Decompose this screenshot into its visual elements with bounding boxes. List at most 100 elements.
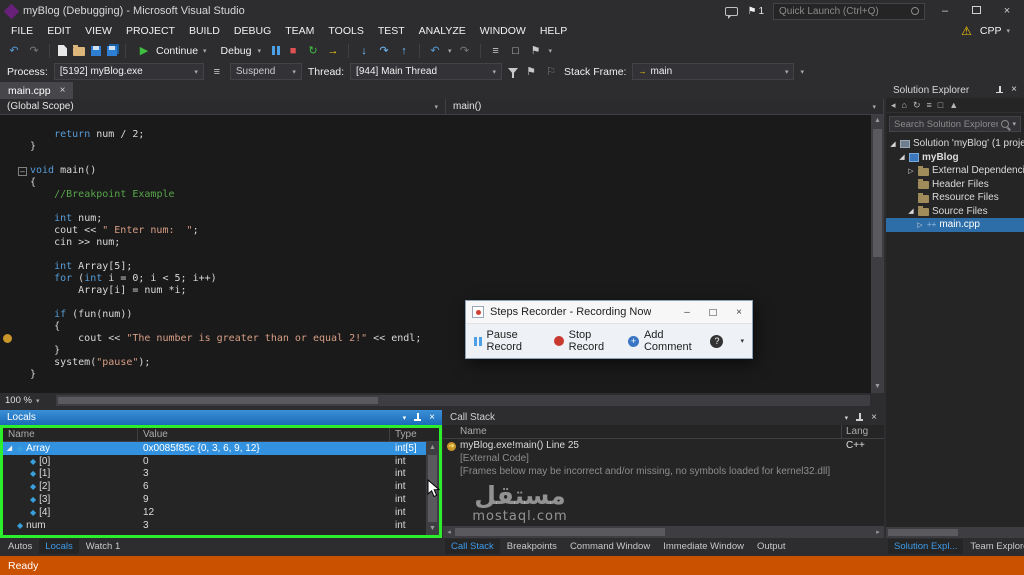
menu-item-analyze[interactable]: ANALYZE — [412, 25, 473, 37]
call-stack-title-bar[interactable]: Call Stack ▾ × — [443, 410, 884, 425]
breakpoint-margin[interactable] — [0, 225, 17, 237]
expanded-icon[interactable]: ◢ — [5, 444, 14, 452]
redo-icon[interactable]: ↷ — [458, 44, 472, 58]
menu-item-file[interactable]: FILE — [4, 25, 40, 37]
title-bar[interactable]: myBlog (Debugging) - Microsoft Visual St… — [0, 0, 1024, 22]
breakpoint-margin[interactable] — [0, 141, 17, 153]
breakpoint-icon[interactable] — [3, 334, 12, 343]
tree-item-header-files[interactable]: Header Files — [886, 178, 1024, 192]
quick-launch-box[interactable]: Quick Launch (Ctrl+Q) — [773, 2, 925, 20]
menu-item-edit[interactable]: EDIT — [40, 25, 78, 37]
locals-row[interactable]: ◆ [3] 9 int — [3, 493, 426, 506]
breakpoint-margin[interactable] — [0, 129, 17, 141]
expanded-icon[interactable]: ◢ — [907, 207, 915, 215]
scroll-down-icon[interactable]: ▼ — [426, 523, 439, 535]
scroll-up-icon[interactable]: ▲ — [426, 442, 439, 454]
solution-search-box[interactable]: Search Solution Explorer (Ctrl+;) ▾ — [889, 116, 1021, 132]
collapse-all-icon[interactable]: ≡ — [927, 100, 932, 110]
locals-row[interactable]: ◆ [0] 0 int — [3, 455, 426, 468]
find-in-files-icon[interactable]: □ — [509, 44, 523, 58]
search-icon[interactable] — [911, 7, 919, 15]
member-dropdown[interactable]: main() ▾ — [446, 99, 884, 114]
menu-item-window[interactable]: WINDOW — [473, 25, 533, 37]
menu-item-test[interactable]: TEST — [371, 25, 412, 37]
stack-frame-row[interactable]: [Frames below may be incorrect and/or mi… — [443, 465, 884, 478]
close-icon[interactable]: × — [871, 412, 877, 423]
tab-immediate-window[interactable]: Immediate Window — [657, 539, 750, 554]
notifications-flag[interactable]: ⚑ 1 — [747, 6, 764, 17]
tree-item-source-files[interactable]: ◢ Source Files — [886, 205, 1024, 219]
tab-breakpoints[interactable]: Breakpoints — [501, 539, 563, 554]
tab-watch-1[interactable]: Watch 1 — [80, 539, 127, 554]
column-header-value[interactable]: Value — [138, 428, 390, 441]
locals-row[interactable]: ◆ num 3 int — [3, 519, 426, 532]
menu-item-view[interactable]: VIEW — [78, 25, 119, 37]
zoom-dropdown[interactable]: 100 % ▾ — [0, 395, 52, 406]
expanded-icon[interactable]: ◢ — [898, 153, 906, 161]
save-icon[interactable] — [91, 45, 101, 56]
save-all-icon[interactable] — [107, 45, 117, 56]
menu-item-project[interactable]: PROJECT — [119, 25, 182, 37]
close-button[interactable]: × — [726, 301, 752, 323]
properties-icon[interactable]: □ — [938, 100, 943, 110]
breakpoint-margin[interactable] — [0, 189, 17, 201]
flag-threads-icon[interactable]: ⚑ — [524, 65, 538, 79]
scrollbar-thumb[interactable] — [58, 397, 378, 404]
scroll-right-icon[interactable]: ▸ — [872, 528, 884, 536]
breakpoint-margin[interactable] — [0, 321, 17, 333]
collapsed-icon[interactable]: ▷ — [916, 221, 924, 229]
expanded-icon[interactable]: ◢ — [889, 140, 897, 148]
tab-output[interactable]: Output — [751, 539, 792, 554]
search-icon[interactable] — [1001, 120, 1010, 128]
back-icon[interactable]: ◂ — [891, 100, 896, 111]
tab-main-cpp[interactable]: main.cpp × — [0, 82, 74, 99]
stack-frame-row[interactable]: [External Code] — [443, 452, 884, 465]
solution-explorer-title-bar[interactable]: Solution Explorer × — [886, 82, 1024, 98]
scrollbar-thumb[interactable] — [873, 129, 882, 257]
call-stack-horizontal-scrollbar[interactable]: ◂ ▸ — [443, 526, 884, 538]
tab-solution-expl[interactable]: Solution Expl... — [888, 539, 964, 554]
locals-row[interactable]: ◆ [2] 6 int — [3, 480, 426, 493]
stack-frame-row[interactable]: ➔ myBlog.exe!main() Line 25 C++ — [443, 439, 884, 452]
pin-icon[interactable] — [995, 85, 1004, 95]
stop-debugging-icon[interactable]: ■ — [286, 44, 300, 58]
locals-row[interactable]: ◢ ◆ Array 0x0085f85c {0, 3, 6, 9, 12} int[5] — [3, 442, 426, 455]
feedback-icon[interactable] — [725, 6, 739, 19]
breakpoint-margin[interactable] — [0, 237, 17, 249]
breakpoint-margin[interactable] — [0, 261, 17, 273]
breakpoint-margin[interactable] — [0, 249, 17, 261]
tab-team-explorer[interactable]: Team Explorer — [964, 539, 1024, 554]
close-icon[interactable]: × — [1011, 85, 1017, 95]
cpp-dropdown[interactable]: CPP ▾ — [980, 25, 1010, 37]
solution-horizontal-scrollbar[interactable] — [886, 527, 1024, 538]
breakpoint-margin[interactable] — [0, 177, 17, 189]
editor-horizontal-scrollbar[interactable] — [56, 395, 870, 406]
close-button[interactable]: × — [996, 3, 1018, 19]
scrollbar-thumb[interactable] — [455, 528, 665, 536]
scroll-left-icon[interactable]: ◂ — [443, 528, 455, 536]
debug-target-dropdown[interactable]: Debug ▾ — [216, 45, 266, 57]
stop-record-button[interactable]: Stop Record — [553, 329, 615, 353]
breakpoint-margin[interactable] — [0, 153, 17, 165]
tree-item-solution-myblog-1-project[interactable]: ◢ Solution 'myBlog' (1 project) — [886, 137, 1024, 151]
chevron-down-icon[interactable]: ▾ — [740, 337, 744, 345]
step-out-icon[interactable]: ↑ — [397, 44, 411, 58]
home-icon[interactable]: ⌂ — [902, 100, 907, 110]
thread-dropdown[interactable]: [944] Main Thread ▾ — [350, 63, 503, 80]
breakpoint-margin[interactable] — [0, 309, 17, 321]
step-over-icon[interactable]: ↷ — [377, 44, 391, 58]
breakpoint-margin[interactable] — [0, 333, 17, 345]
scroll-down-icon[interactable]: ▼ — [871, 381, 884, 393]
breakpoint-margin[interactable] — [0, 273, 17, 285]
pause-record-button[interactable]: Pause Record — [474, 329, 541, 353]
tree-item-resource-files[interactable]: Resource Files — [886, 191, 1024, 205]
undo-icon[interactable]: ↶ — [428, 44, 442, 58]
column-header-lang[interactable]: Lang — [842, 425, 884, 438]
navigate-forward-icon[interactable]: ↷ — [27, 44, 41, 58]
process-list-icon[interactable]: ≡ — [210, 65, 224, 79]
locals-title-bar[interactable]: Locals ▾ × — [0, 410, 442, 425]
show-next-statement-icon[interactable]: → — [326, 44, 340, 58]
add-comment-button[interactable]: + Add Comment — [627, 329, 698, 353]
column-header-name[interactable]: Name — [443, 425, 842, 438]
pin-icon[interactable] — [855, 413, 864, 422]
